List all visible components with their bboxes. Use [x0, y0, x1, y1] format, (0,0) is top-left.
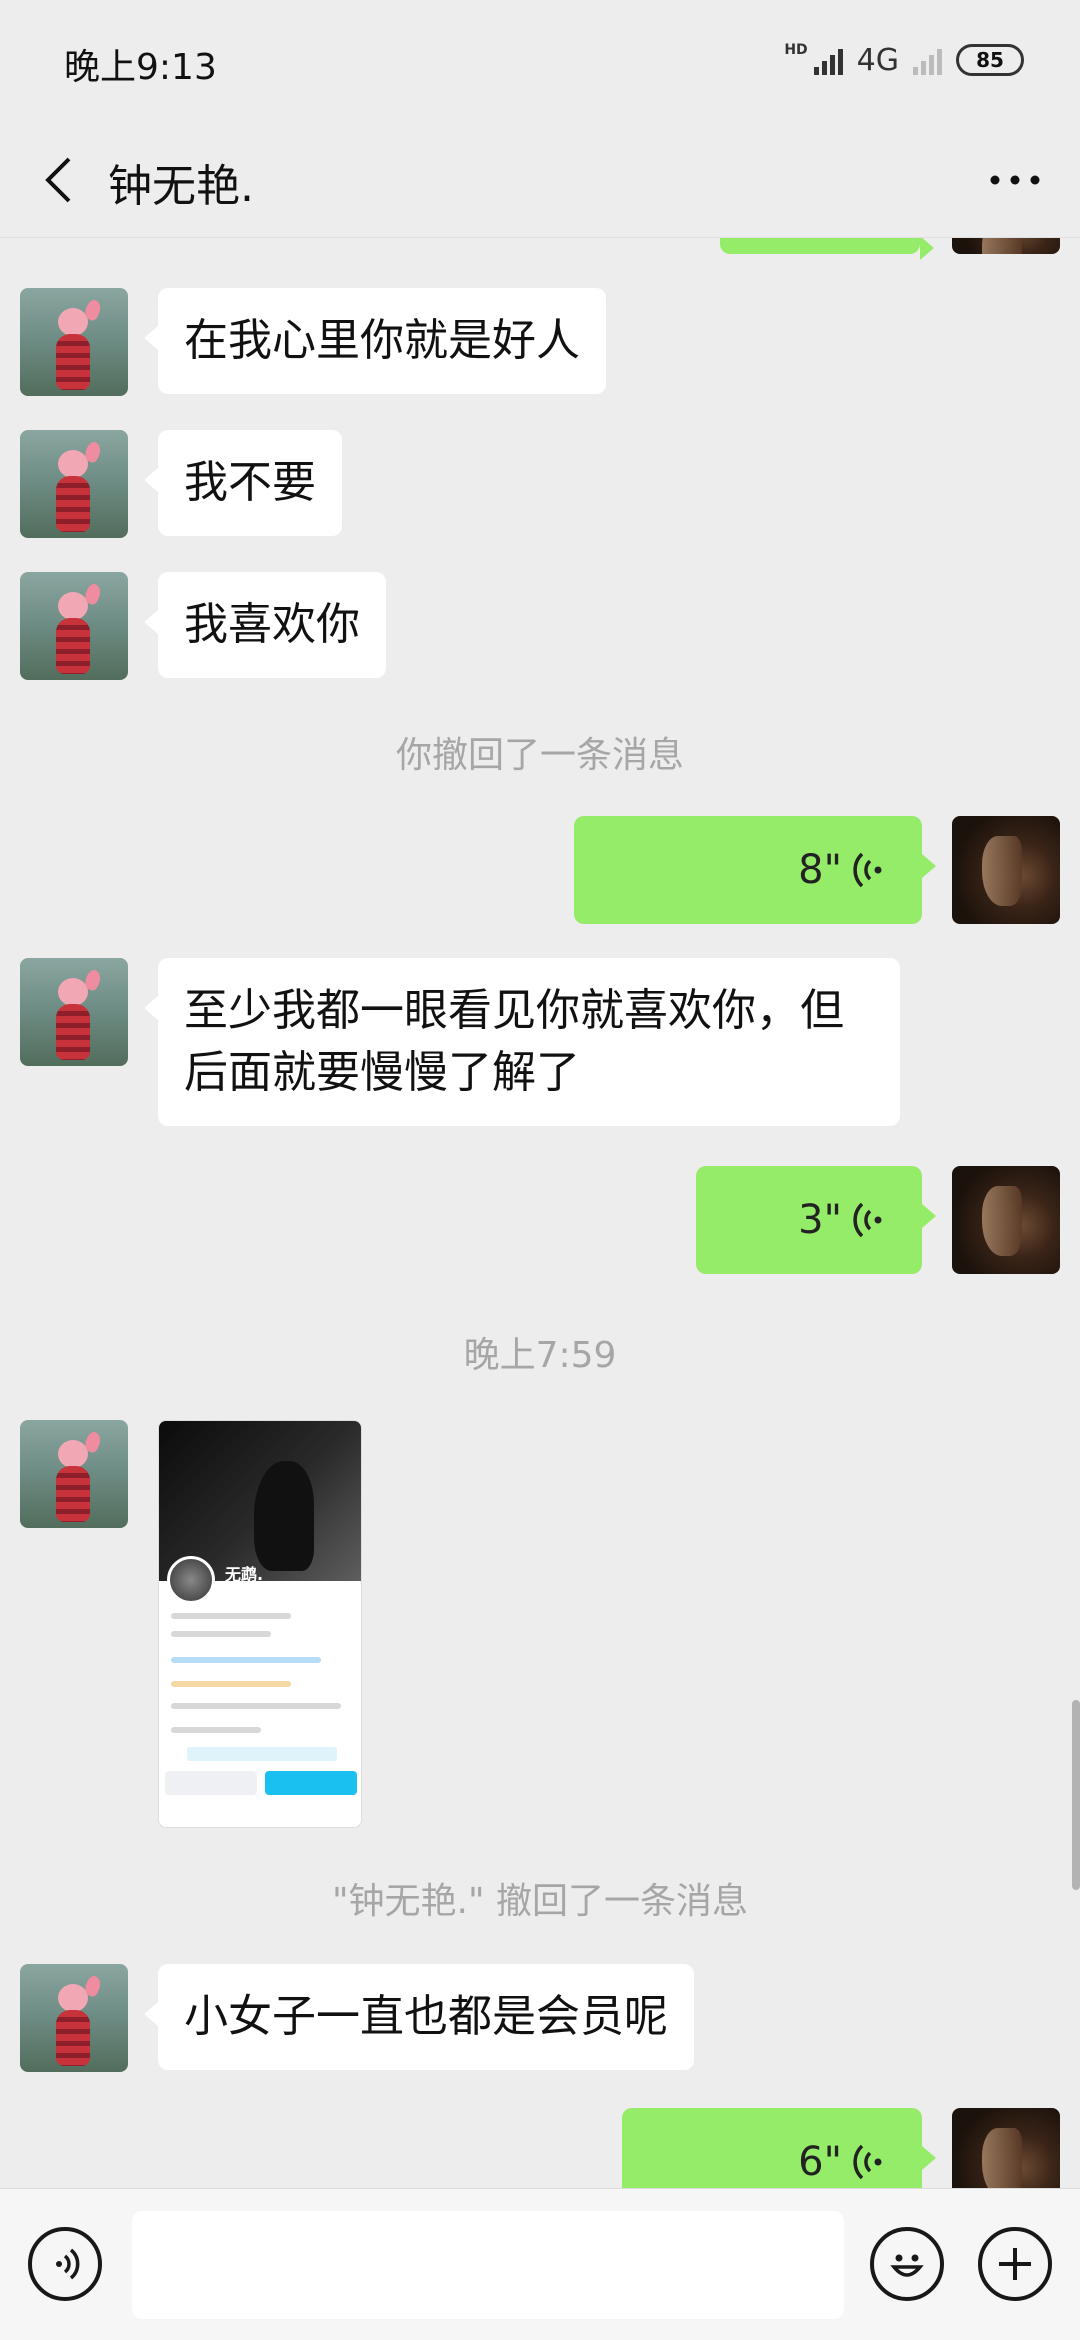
voice-duration: 6" — [798, 2139, 842, 2185]
avatar-contact[interactable] — [20, 572, 128, 680]
system-message: "钟无艳." 撤回了一条消息 — [331, 1881, 748, 1922]
status-bar: 晚上9:13 HD 4G 85 — [0, 0, 1080, 120]
screenshot-avatar — [167, 1556, 215, 1604]
image-message[interactable]: 无鹉. — [158, 1420, 362, 1828]
avatar-self[interactable] — [952, 1166, 1060, 1274]
emoji-button[interactable] — [870, 2227, 944, 2301]
partial-voice-bubble[interactable] — [720, 238, 934, 260]
avatar-contact[interactable] — [20, 288, 128, 396]
voice-message-bubble[interactable]: 8" — [574, 816, 936, 924]
avatar-self[interactable] — [952, 238, 1060, 254]
avatar-contact[interactable] — [20, 1420, 128, 1528]
message-line: 至少我都一眼看见你就喜欢你，但 — [184, 985, 844, 1036]
more-dots-icon — [990, 175, 1040, 185]
message-bubble[interactable]: 在我心里你就是好人 — [144, 288, 606, 394]
hd-label: HD — [784, 42, 808, 58]
more-button[interactable] — [980, 150, 1050, 210]
voice-wave-icon — [853, 2144, 882, 2180]
chevron-left-icon — [45, 157, 71, 203]
chat-header: 钟无艳. — [0, 120, 1080, 238]
timestamp: 晚上7:59 — [463, 1335, 617, 1376]
plus-icon — [999, 2248, 1031, 2280]
system-message: 你撤回了一条消息 — [395, 735, 684, 776]
voice-message-bubble[interactable]: 3" — [696, 1166, 936, 1274]
chat-title: 钟无艳. — [108, 161, 254, 212]
voice-mode-icon — [56, 2248, 80, 2280]
avatar-contact[interactable] — [20, 958, 128, 1066]
voice-mode-button[interactable] — [28, 2227, 102, 2301]
plus-button[interactable] — [978, 2227, 1052, 2301]
message-input[interactable] — [132, 2211, 844, 2319]
avatar-self[interactable] — [952, 816, 1060, 924]
avatar-self[interactable] — [952, 2108, 1060, 2188]
voice-wave-icon — [853, 852, 882, 888]
emoji-icon — [890, 2254, 924, 2277]
status-icons: HD 4G 85 — [784, 40, 1024, 80]
message-line: 后面就要慢慢了解了 — [184, 1047, 580, 1098]
voice-duration: 3" — [798, 1197, 842, 1243]
message-bubble[interactable]: 至少我都一眼看见你就喜欢你，但 后面就要慢慢了解了 — [144, 958, 900, 1126]
input-bar — [0, 2188, 1080, 2340]
message-bubble[interactable]: 我不要 — [144, 430, 342, 536]
network-label: 4G — [856, 42, 899, 78]
voice-duration: 8" — [798, 847, 842, 893]
avatar-contact[interactable] — [20, 1964, 128, 2072]
voice-wave-icon — [853, 1202, 882, 1238]
battery-level: 85 — [976, 48, 1004, 72]
message-bubble[interactable]: 我喜欢你 — [144, 572, 386, 678]
back-button[interactable] — [28, 150, 88, 210]
battery-icon: 85 — [956, 44, 1024, 76]
signal-icon — [813, 45, 843, 75]
avatar-contact[interactable] — [20, 430, 128, 538]
signal-secondary-icon — [913, 45, 942, 75]
message-list[interactable]: 在我心里你就是好人 我不要 我喜欢你 你撤回了一条消息 8" 至少我都一眼看见你… — [0, 238, 1080, 2188]
scrollbar[interactable] — [1072, 1700, 1080, 1890]
voice-message-bubble[interactable]: 6" — [622, 2108, 936, 2188]
screenshot-name: 无鹉. — [225, 1565, 264, 1584]
status-time: 晚上9:13 — [64, 47, 217, 88]
message-bubble[interactable]: 小女子一直也都是会员呢 — [144, 1964, 694, 2070]
